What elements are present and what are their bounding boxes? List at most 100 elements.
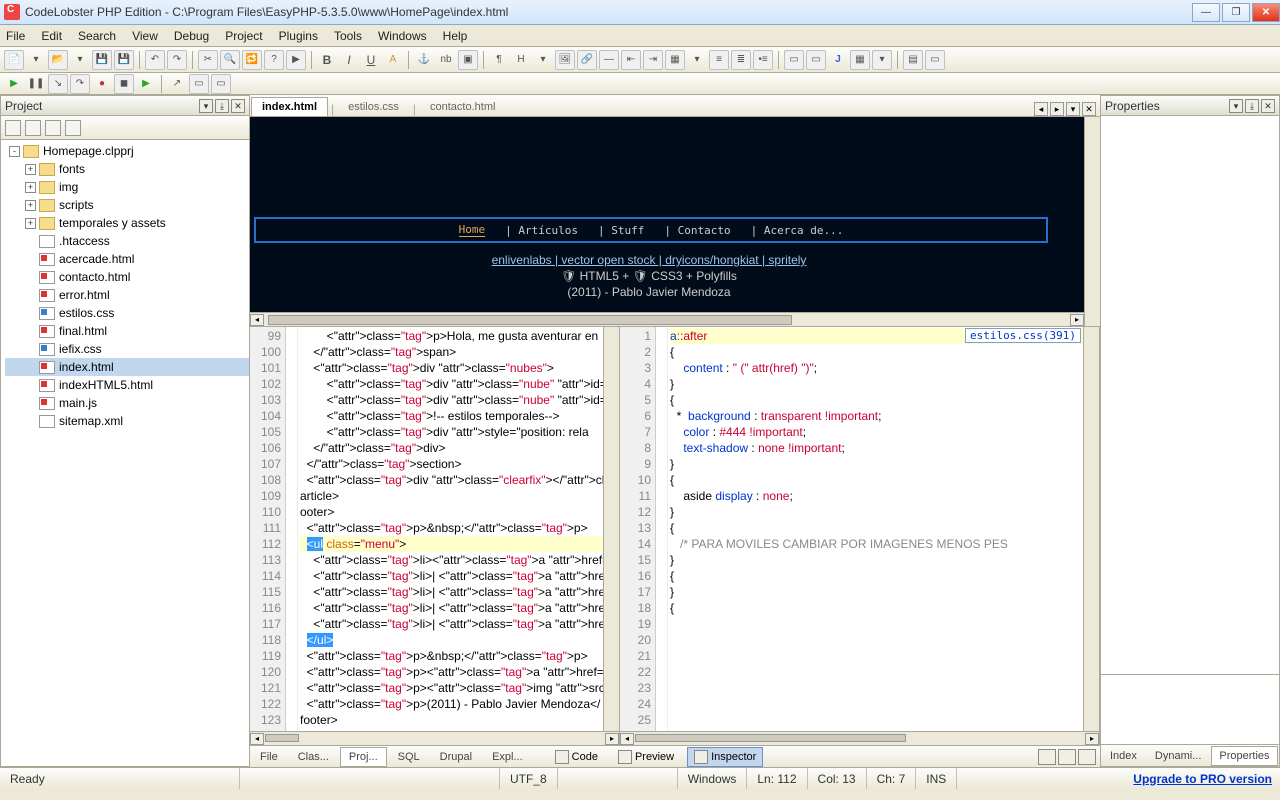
right-vscroll[interactable] [1083, 327, 1099, 731]
right-hscroll[interactable]: ◂▸ [620, 731, 1099, 745]
bottom-tab-Drupal[interactable]: Drupal [431, 747, 481, 767]
menu-windows[interactable]: Windows [378, 29, 427, 43]
tree-img[interactable]: +img [5, 178, 249, 196]
js-icon[interactable]: J [828, 50, 848, 70]
tree-final-html[interactable]: final.html [5, 322, 249, 340]
tree-estilos-css[interactable]: estilos.css [5, 304, 249, 322]
indent-left-icon[interactable]: ⇤ [621, 50, 641, 70]
cut-icon[interactable]: ✂ [198, 50, 218, 70]
left-hscroll[interactable]: ◂▸ [250, 731, 619, 745]
undo-icon[interactable]: ↶ [145, 50, 165, 70]
run-icon[interactable]: ▶ [286, 50, 306, 70]
tab-list-icon[interactable]: ▾ [1066, 102, 1080, 116]
anchor-icon[interactable]: ⚓ [414, 50, 434, 70]
properties-icon[interactable] [65, 120, 81, 136]
tree-scripts[interactable]: +scripts [5, 196, 249, 214]
bottom-tab-File[interactable]: File [251, 747, 287, 767]
bottom-tab-Expl[interactable]: Expl... [483, 747, 532, 767]
new-file-icon[interactable]: 📄 [4, 50, 24, 70]
layout-split-h-icon[interactable] [1058, 749, 1076, 765]
panel-dropdown-icon[interactable]: ▾ [199, 99, 213, 113]
input-icon[interactable]: ▭ [806, 50, 826, 70]
continue-icon[interactable]: ▶ [136, 74, 156, 94]
nav-link[interactable]: | Artículos [505, 224, 578, 237]
bottom-tab-Clas[interactable]: Clas... [289, 747, 338, 767]
nb-icon[interactable]: nb [436, 50, 456, 70]
paragraph-icon[interactable]: ¶ [489, 50, 509, 70]
tree-acercade-html[interactable]: acercade.html [5, 250, 249, 268]
scroll-left-icon[interactable]: ◂ [250, 314, 264, 326]
collapse-icon[interactable] [25, 120, 41, 136]
bottom-tab-Proj[interactable]: Proj... [340, 747, 387, 767]
panel-close-icon[interactable]: ✕ [231, 99, 245, 113]
editor-tab-index-html[interactable]: index.html [251, 97, 328, 116]
layout-icon[interactable]: ▣ [458, 50, 478, 70]
maximize-button[interactable]: ❐ [1222, 3, 1250, 22]
replace-icon[interactable]: 🔁 [242, 50, 262, 70]
upgrade-link[interactable]: Upgrade to PRO version [1125, 772, 1280, 786]
form-icon[interactable]: ▭ [784, 50, 804, 70]
close-button[interactable]: ✕ [1252, 3, 1280, 22]
minimize-button[interactable]: — [1192, 3, 1220, 22]
css-source-chip[interactable]: estilos.css(391) [965, 328, 1081, 343]
step-out-icon[interactable]: ↗ [167, 74, 187, 94]
hr-icon[interactable]: — [599, 50, 619, 70]
open-icon[interactable]: 📂 [48, 50, 68, 70]
fold-column[interactable] [286, 327, 298, 731]
project-tree[interactable]: -Homepage.clpprj+fonts+img+scripts+tempo… [1, 140, 249, 766]
tab-next-icon[interactable]: ▸ [1050, 102, 1064, 116]
preview-credits[interactable]: enlivenlabs | vector open stock | dryico… [492, 253, 807, 267]
panel-icon[interactable]: ▭ [925, 50, 945, 70]
comment-icon[interactable]: ▤ [903, 50, 923, 70]
ol-icon[interactable]: ≣ [731, 50, 751, 70]
watch-icon[interactable]: ▭ [189, 74, 209, 94]
menu-view[interactable]: View [132, 29, 158, 43]
dropdown-icon[interactable]: ▾ [687, 50, 707, 70]
menu-tools[interactable]: Tools [334, 29, 362, 43]
menu-help[interactable]: Help [443, 29, 468, 43]
nav-link[interactable]: | Acerca de... [751, 224, 844, 237]
italic-icon[interactable]: I [339, 50, 359, 70]
dropdown-icon[interactable]: ▾ [533, 50, 553, 70]
panel-dropdown-icon[interactable]: ▾ [1229, 99, 1243, 113]
step-into-icon[interactable]: ↘ [48, 74, 68, 94]
ul-icon[interactable]: •≡ [753, 50, 773, 70]
stop-icon[interactable]: ◼ [114, 74, 134, 94]
panel-close-icon[interactable]: ✕ [1261, 99, 1275, 113]
prop-tab-Properties[interactable]: Properties [1211, 746, 1277, 766]
link-icon[interactable]: 🔗 [577, 50, 597, 70]
preview-hscroll[interactable]: ◂ ▸ [250, 312, 1084, 326]
editor-tab-contacto-html[interactable]: contacto.html [419, 97, 506, 116]
run-debug-icon[interactable]: ▶ [4, 74, 24, 94]
font-color-icon[interactable]: A [383, 50, 403, 70]
grid-icon[interactable]: ▦ [850, 50, 870, 70]
scroll-right-icon[interactable]: ▸ [1070, 314, 1084, 326]
menu-edit[interactable]: Edit [41, 29, 62, 43]
prop-tab-Index[interactable]: Index [1102, 746, 1145, 766]
align-icon[interactable]: ≡ [709, 50, 729, 70]
step-over-icon[interactable]: ↷ [70, 74, 90, 94]
left-code[interactable]: <"attr">class="tag">p>Hola, me gusta ave… [298, 327, 619, 731]
nav-link[interactable]: Home [459, 223, 486, 237]
panel-pin-icon[interactable]: ⤓ [215, 99, 229, 113]
panel-pin-icon[interactable]: ⤓ [1245, 99, 1259, 113]
image-icon[interactable]: 🖼 [555, 50, 575, 70]
refresh-icon[interactable] [5, 120, 21, 136]
menu-debug[interactable]: Debug [174, 29, 209, 43]
nav-link[interactable]: | Stuff [598, 224, 644, 237]
tree--htaccess[interactable]: .htaccess [5, 232, 249, 250]
editor-tab-estilos-css[interactable]: estilos.css [337, 97, 410, 116]
dropdown-icon[interactable]: ▾ [70, 50, 90, 70]
breakpoint-icon[interactable]: ● [92, 74, 112, 94]
dropdown-icon[interactable]: ▾ [26, 50, 46, 70]
bold-icon[interactable]: B [317, 50, 337, 70]
prop-tab-Dynami[interactable]: Dynami... [1147, 746, 1209, 766]
left-vscroll[interactable] [603, 327, 619, 731]
help-icon[interactable]: ? [264, 50, 284, 70]
indent-right-icon[interactable]: ⇥ [643, 50, 663, 70]
save-all-icon[interactable]: 💾 [114, 50, 134, 70]
layout-single-icon[interactable] [1038, 749, 1056, 765]
save-icon[interactable]: 💾 [92, 50, 112, 70]
tree-main-js[interactable]: main.js [5, 394, 249, 412]
menu-file[interactable]: File [6, 29, 25, 43]
